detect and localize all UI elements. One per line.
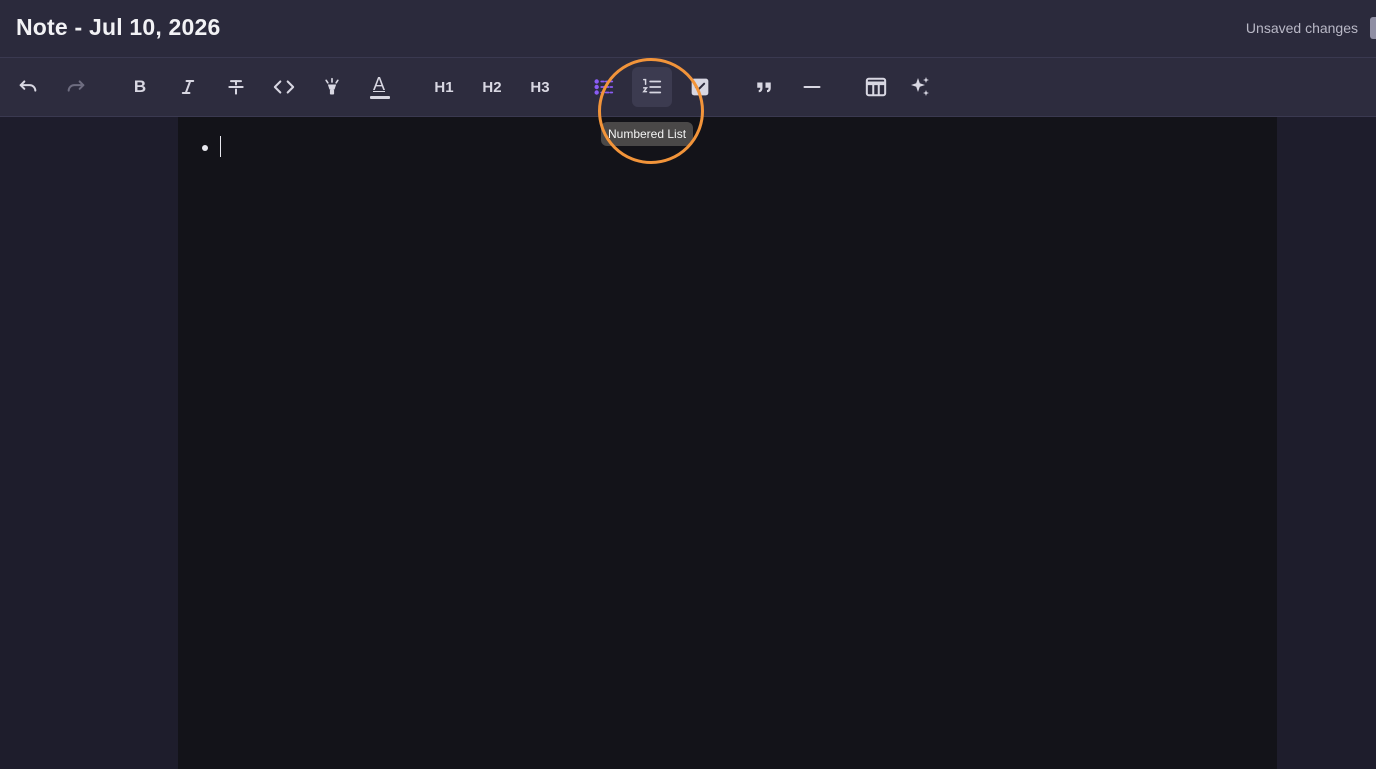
save-icon[interactable] <box>1370 17 1376 39</box>
bold-button[interactable]: B <box>120 67 160 107</box>
table-icon <box>865 77 887 97</box>
color-bar <box>370 96 390 99</box>
highlight-button[interactable] <box>312 67 352 107</box>
undo-button[interactable] <box>8 67 48 107</box>
horizontal-rule-button[interactable] <box>792 67 832 107</box>
note-editor-app: Note - Jul 10, 2026 Unsaved changes B A … <box>0 0 1376 769</box>
horizontal-rule-icon <box>803 86 821 88</box>
formatting-toolbar: B A H1 H2 H3 <box>0 58 1376 117</box>
strikethrough-button[interactable] <box>216 67 256 107</box>
h3-label: H3 <box>530 78 550 96</box>
code-button[interactable] <box>264 67 304 107</box>
checklist-button[interactable] <box>680 67 720 107</box>
bulleted-list-icon <box>594 79 614 95</box>
code-icon <box>273 80 295 94</box>
redo-button[interactable] <box>56 67 96 107</box>
quote-button[interactable] <box>744 67 784 107</box>
ai-assist-button[interactable] <box>900 67 940 107</box>
italic-icon <box>181 80 195 94</box>
heading-1-button[interactable]: H1 <box>424 67 464 107</box>
note-title[interactable]: Note - Jul 10, 2026 <box>16 14 221 41</box>
text-color-icon: A <box>370 74 390 100</box>
strikethrough-icon <box>228 80 244 95</box>
numbered-list-tooltip: Numbered List <box>601 122 694 146</box>
heading-2-button[interactable]: H2 <box>472 67 512 107</box>
table-button[interactable] <box>856 67 896 107</box>
editor-canvas[interactable] <box>178 117 1277 769</box>
h2-label: H2 <box>482 78 502 96</box>
text-caret <box>220 136 221 157</box>
h1-label: H1 <box>434 78 454 96</box>
bulleted-list-button[interactable] <box>584 67 624 107</box>
list-bullet <box>202 145 208 151</box>
heading-3-button[interactable]: H3 <box>520 67 560 107</box>
sparkles-icon <box>911 77 929 96</box>
checklist-icon <box>691 78 709 96</box>
quote-icon <box>757 82 771 93</box>
title-bar: Note - Jul 10, 2026 Unsaved changes <box>0 0 1376 58</box>
numbered-list-icon <box>642 78 662 94</box>
italic-button[interactable] <box>168 67 208 107</box>
undo-icon <box>19 80 37 92</box>
numbered-list-button[interactable] <box>632 67 672 107</box>
highlight-icon <box>325 77 339 95</box>
redo-icon <box>67 80 85 92</box>
save-status-label: Unsaved changes <box>1245 20 1358 36</box>
bold-icon: B <box>133 77 147 96</box>
text-color-button[interactable]: A <box>360 67 400 107</box>
